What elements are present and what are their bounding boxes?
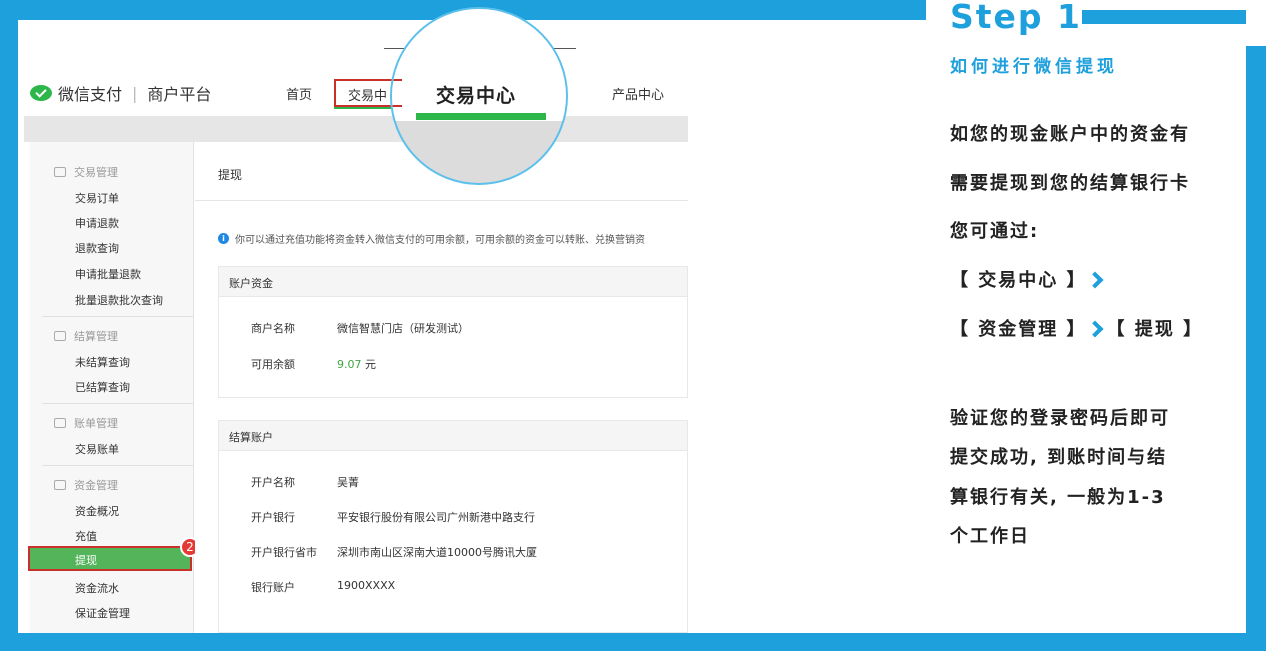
- note-line-1: 验证您的登录密码后即可: [950, 408, 1170, 429]
- step-title: Step 1: [950, 0, 1082, 36]
- sidebar-item-trade-orders[interactable]: 交易订单: [75, 190, 119, 206]
- logo-brand: 微信支付: [58, 85, 123, 104]
- nav-product-center[interactable]: 产品中心: [612, 84, 664, 103]
- info-icon: i: [218, 233, 229, 244]
- sidebar-group-settle: 结算管理: [54, 328, 118, 344]
- magnifier-label: 交易中心: [436, 85, 517, 107]
- desc-line-2: 需要提现到您的结算银行卡: [950, 173, 1190, 194]
- sidebar-item-batch-refund-query[interactable]: 批量退款批次查询: [75, 292, 163, 308]
- magnifier-highlight-edge: [392, 79, 402, 107]
- sidebar-item-refund-apply[interactable]: 申请退款: [75, 215, 119, 231]
- nav-trade-center[interactable]: 交易中: [334, 79, 398, 109]
- sidebar-group-fund: 资金管理: [54, 477, 118, 493]
- account-row: 银行账户 1900XXXX: [251, 579, 396, 594]
- sidebar-divider: [42, 403, 194, 404]
- holder-row: 开户名称 吴菁: [251, 476, 359, 489]
- sidebar-item-fund-flow[interactable]: 资金流水: [75, 580, 119, 596]
- holder-value: 吴菁: [337, 476, 359, 489]
- card-icon: [54, 167, 66, 177]
- gray-subbar: [24, 116, 688, 142]
- page-title: 提现: [218, 168, 243, 182]
- balance-row: 可用余额 9.07 元: [251, 358, 376, 371]
- desc-line-1: 如您的现金账户中的资金有: [950, 124, 1190, 145]
- bank-value: 平安银行股份有限公司广州新港中路支行: [337, 511, 535, 524]
- sidebar-item-unsettled[interactable]: 未结算查询: [75, 354, 130, 370]
- sidebar-divider: [42, 465, 194, 466]
- wechat-pay-icon: [30, 85, 52, 101]
- money-bag-icon: [54, 480, 66, 490]
- step-header-bar: [1082, 10, 1246, 24]
- sidebar-group-trade: 交易管理: [54, 164, 118, 180]
- sidebar-item-batch-refund[interactable]: 申请批量退款: [75, 266, 141, 282]
- sidebar-item-settled[interactable]: 已结算查询: [75, 379, 130, 395]
- logo-separator: |: [132, 83, 138, 103]
- sidebar-item-recharge[interactable]: 充值: [75, 528, 97, 544]
- note-line-4: 个工作日: [950, 526, 1030, 547]
- settlement-header: 结算账户: [219, 421, 687, 451]
- magnifier-underline: [416, 113, 546, 120]
- sidebar-item-deposit[interactable]: 保证金管理: [75, 605, 130, 621]
- chevron-right-icon: [1086, 271, 1104, 289]
- account-value: 1900XXXX: [337, 579, 396, 592]
- sidebar-group-bill: 账单管理: [54, 415, 118, 431]
- path-step-1: 【 交易中心 】: [950, 266, 1107, 292]
- note-line-2: 提交成功, 到账时间与结: [950, 447, 1168, 468]
- sidebar-item-refund-query[interactable]: 退款查询: [75, 240, 119, 256]
- merchant-value: 微信智慧门店（研发测试）: [337, 322, 469, 335]
- chevron-right-icon: [1086, 320, 1104, 338]
- logo-platform: 商户平台: [147, 85, 212, 104]
- sidebar-item-withdraw[interactable]: 提现: [28, 546, 192, 571]
- balance-value: 9.07: [337, 358, 362, 371]
- note-line-3: 算银行有关, 一般为1-3: [950, 487, 1166, 508]
- bill-icon: [54, 418, 66, 428]
- merchant-row: 商户名称 微信智慧门店（研发测试）: [251, 322, 469, 335]
- nav-home[interactable]: 首页: [286, 84, 312, 103]
- sidebar-item-trade-bill[interactable]: 交易账单: [75, 441, 119, 457]
- step-subtitle: 如何进行微信提现: [950, 57, 1118, 77]
- top-navbar: 微信支付 | 商户平台 首页 交易中 产品中心: [24, 68, 688, 116]
- settlement-account-box: 结算账户: [218, 420, 688, 633]
- magnifier-callout: 交易中心: [390, 7, 568, 185]
- grid-icon: [54, 331, 66, 341]
- title-divider: [195, 200, 688, 201]
- city-row: 开户银行省市 深圳市南山区深南大道10000号腾讯大厦: [251, 546, 537, 559]
- account-funds-header: 账户资金: [219, 267, 687, 297]
- balance-unit: 元: [365, 358, 376, 371]
- desc-line-3: 您可通过:: [950, 221, 1040, 242]
- bank-row: 开户银行 平安银行股份有限公司广州新港中路支行: [251, 511, 535, 524]
- sidebar-item-fund-overview[interactable]: 资金概况: [75, 503, 119, 519]
- info-notice: i 你可以通过充值功能将资金转入微信支付的可用余额，可用余额的资金可以转账、兑换…: [218, 231, 645, 246]
- sidebar-divider: [42, 316, 194, 317]
- city-value: 深圳市南山区深南大道10000号腾讯大厦: [337, 546, 537, 559]
- path-step-2: 【 资金管理 】【 提现 】: [950, 319, 1204, 340]
- merchant-screenshot: 微信支付 | 商户平台 首页 交易中 产品中心 交易管理 交易订单 申请退款 退…: [24, 68, 688, 633]
- main-panel: 提现 i 你可以通过充值功能将资金转入微信支付的可用余额，可用余额的资金可以转账…: [195, 142, 688, 633]
- wechat-pay-logo[interactable]: 微信支付 | 商户平台: [30, 81, 211, 105]
